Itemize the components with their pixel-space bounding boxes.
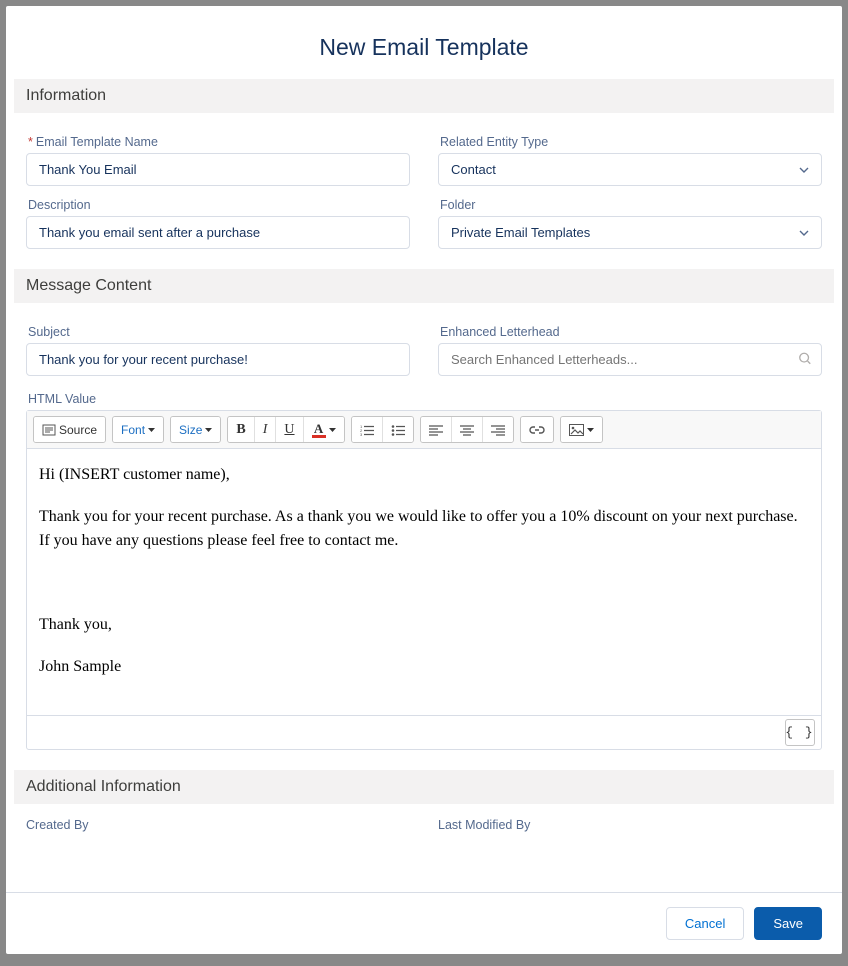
italic-button[interactable]: I [254,417,276,442]
editor-line: Thank you for your recent purchase. As a… [39,505,809,553]
label-created-by: Created By [26,818,410,832]
editor-line: John Sample [39,655,809,679]
label-description: Description [26,198,410,212]
bold-icon: B [236,422,245,438]
modal-footer: Cancel Save [6,892,842,954]
email-template-name-input[interactable] [26,153,410,186]
chevron-down-icon [799,230,809,236]
search-icon [798,351,812,368]
brackets-icon: { } [785,725,814,740]
link-icon [529,425,545,435]
new-email-template-modal: New Email Template Information *Email Te… [6,6,842,954]
chevron-down-icon [799,167,809,173]
svg-text:3: 3 [360,432,363,436]
editor-line: Hi (INSERT customer name), [39,463,809,487]
image-button[interactable] [561,417,602,442]
caret-down-icon [587,428,594,432]
editor-footer: { } [27,715,821,749]
enhanced-letterhead-search-input[interactable] [438,343,822,376]
label-subject: Subject [26,325,410,339]
align-right-button[interactable] [482,417,513,442]
section-header-message-content: Message Content [14,269,834,303]
align-right-icon [491,424,505,436]
label-email-template-name: *Email Template Name [26,135,410,149]
label-html-value: HTML Value [26,392,822,406]
section-header-information: Information [14,79,834,113]
align-center-icon [460,424,474,436]
section-body-message-content: Subject Enhanced Letterhead HTML Value [6,303,842,770]
align-left-icon [429,424,443,436]
caret-down-icon [205,428,212,432]
editor-line: Thank you, [39,613,809,637]
size-dropdown[interactable]: Size [171,417,220,442]
required-indicator: * [28,135,33,149]
source-button[interactable]: Source [34,417,105,442]
editor-toolbar: Source Font Size [27,411,821,449]
numbered-list-icon: 123 [360,424,374,436]
bullet-list-icon [391,424,405,436]
caret-down-icon [148,428,155,432]
underline-button[interactable]: U [275,417,302,442]
underline-icon: U [284,422,294,438]
bullet-list-button[interactable] [382,417,413,442]
caret-down-icon [329,428,336,432]
html-editor: Source Font Size [26,410,822,750]
modal-header: New Email Template [6,6,842,79]
numbered-list-button[interactable]: 123 [352,417,382,442]
editor-content-area[interactable]: Hi (INSERT customer name), Thank you for… [27,449,821,715]
description-input[interactable] [26,216,410,249]
align-center-button[interactable] [451,417,482,442]
text-color-button[interactable]: A [303,417,344,442]
section-body-additional-information: Created By Last Modified By [6,804,842,832]
text-color-icon: A [312,422,326,438]
subject-input[interactable] [26,343,410,376]
font-dropdown[interactable]: Font [113,417,163,442]
label-last-modified-by: Last Modified By [438,818,822,832]
folder-value: Private Email Templates [451,225,590,240]
merge-field-button[interactable]: { } [785,719,815,746]
cancel-button[interactable]: Cancel [666,907,744,940]
link-button[interactable] [521,417,553,442]
label-related-entity-type: Related Entity Type [438,135,822,149]
save-button[interactable]: Save [754,907,822,940]
image-icon [569,424,584,436]
section-body-information: *Email Template Name Related Entity Type… [6,113,842,269]
label-folder: Folder [438,198,822,212]
align-left-button[interactable] [421,417,451,442]
source-icon [42,424,56,436]
section-header-additional-information: Additional Information [14,770,834,804]
folder-select[interactable]: Private Email Templates [438,216,822,249]
bold-button[interactable]: B [228,417,253,442]
related-entity-type-value: Contact [451,162,496,177]
related-entity-type-select[interactable]: Contact [438,153,822,186]
italic-icon: I [263,422,268,438]
label-enhanced-letterhead: Enhanced Letterhead [438,325,822,339]
modal-title: New Email Template [6,34,842,61]
